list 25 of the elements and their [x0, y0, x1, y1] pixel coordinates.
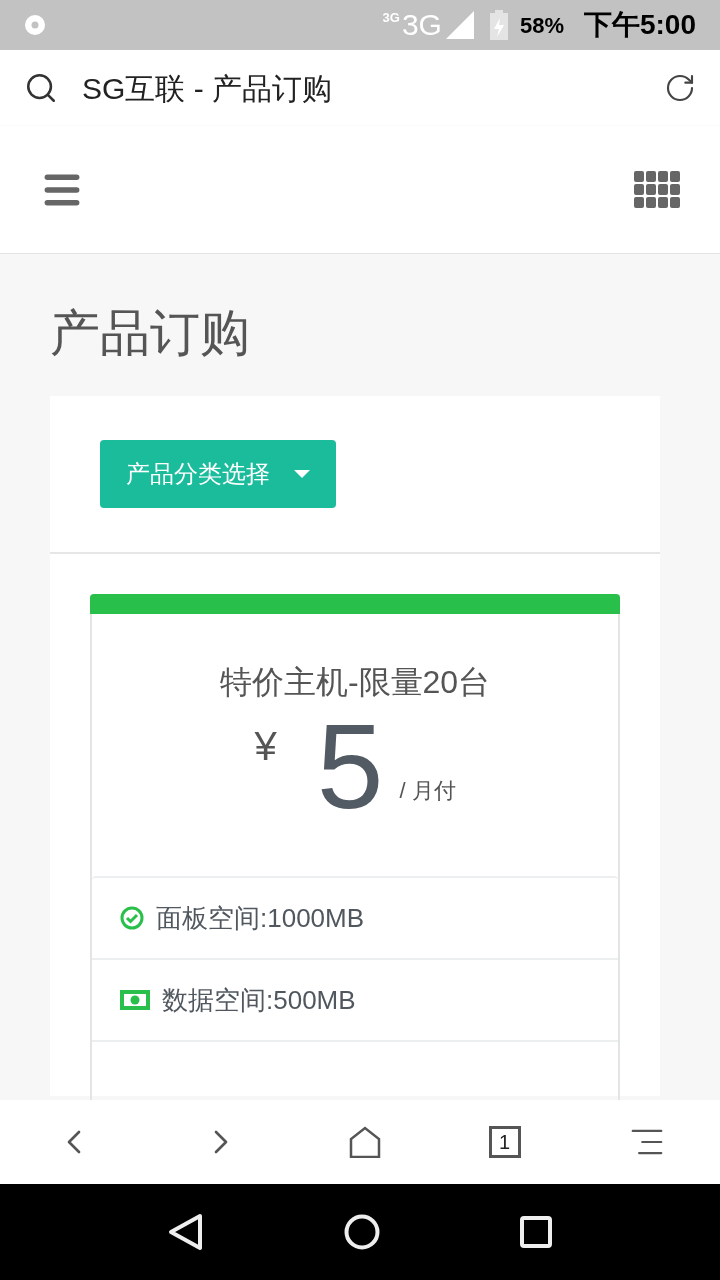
tabs-button[interactable]: 1: [488, 1126, 521, 1158]
disc-icon: [24, 14, 46, 36]
page-title[interactable]: SG互联 - 产品订购: [82, 65, 664, 111]
search-icon[interactable]: [24, 71, 58, 105]
plan-name: 特价主机-限量20台: [218, 663, 492, 702]
feature-text: 数据空间:500MB: [162, 983, 356, 1017]
grid-icon[interactable]: [634, 170, 680, 209]
page-heading: 产品订购: [50, 308, 251, 358]
signal-icon: [445, 11, 474, 39]
recents-icon[interactable]: [520, 1216, 552, 1248]
clock: 下午5:00: [583, 8, 696, 42]
banknote-icon: [120, 990, 150, 1010]
currency-symbol: ¥: [254, 723, 277, 770]
battery-percent: 58%: [519, 11, 564, 40]
check-circle-icon: [120, 906, 144, 930]
feature-text: 面板空间:1000MB: [156, 901, 365, 935]
caret-icon: [294, 470, 310, 478]
home-icon[interactable]: [349, 1126, 381, 1158]
reload-icon[interactable]: [664, 72, 696, 104]
back-icon[interactable]: [168, 1213, 204, 1251]
network-type: 3G: [401, 10, 442, 40]
billing-period: / 月付: [399, 777, 456, 805]
price: 5: [316, 706, 384, 826]
battery-icon: [489, 10, 508, 40]
network-label: 3G: [382, 9, 400, 27]
